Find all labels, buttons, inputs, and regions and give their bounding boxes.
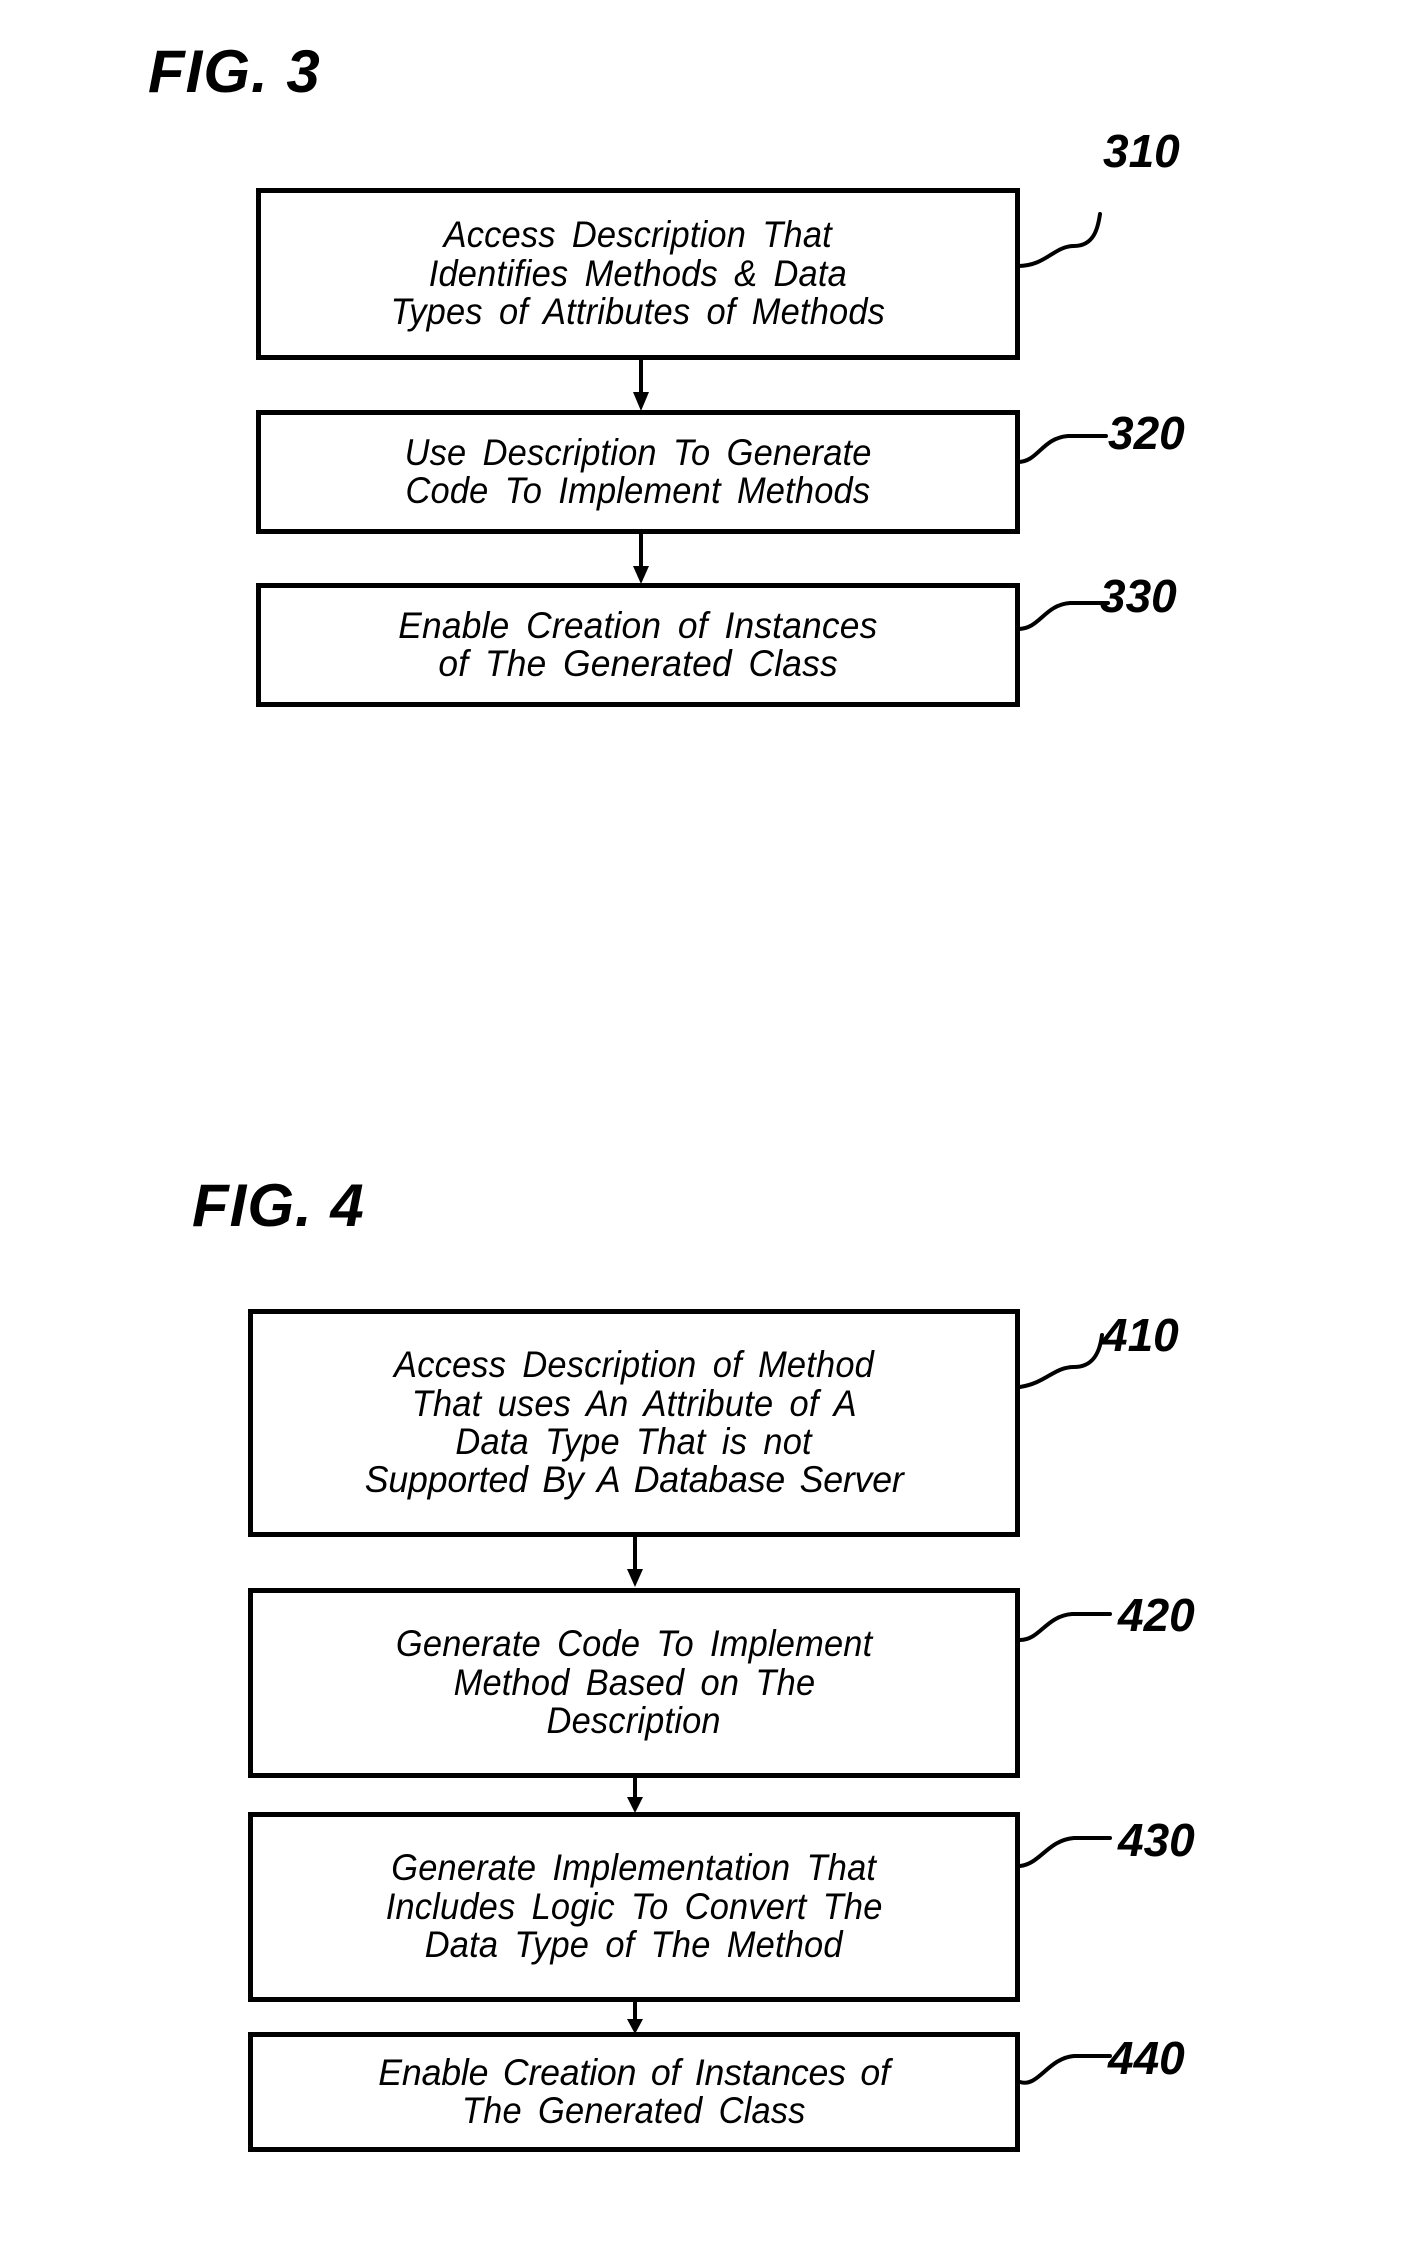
flow-box-420-line-2: Method Based on The [453, 1661, 815, 1703]
reference-number-410: 410 [1102, 1309, 1179, 1361]
flow-box-320-line-2: Code To Implement Methods [405, 470, 871, 511]
flow-box-410-line-4: Supported By A Database Server [364, 1459, 904, 1501]
flow-box-420-line-3: Description [546, 1700, 722, 1742]
arrow-420-to-430 [624, 1778, 646, 1814]
reference-number-320: 320 [1108, 407, 1185, 459]
flow-box-410: Access Description of Method That uses A… [248, 1309, 1020, 1537]
reference-number-420: 420 [1118, 1589, 1195, 1641]
flow-box-410-line-3: Data Type That is not [455, 1421, 813, 1462]
flow-box-410-line-2: That uses An Attribute of A [411, 1382, 857, 1424]
arrow-410-to-420 [624, 1537, 646, 1588]
reference-number-310: 310 [1103, 125, 1180, 177]
arrow-320-to-330 [630, 534, 652, 585]
flow-box-420: Generate Code To Implement Method Based … [248, 1588, 1020, 1778]
leader-line-310 [1016, 188, 1116, 278]
flow-box-430-line-2: Includes Logic To Convert The [385, 1885, 883, 1927]
flow-box-310-line-3: Types of Attributes of Methods [390, 291, 886, 333]
flow-box-330-line-2: of The Generated Class [438, 643, 838, 684]
flow-box-310: Access Description That Identifies Metho… [256, 188, 1020, 360]
flow-box-440-line-1: Enable Creation of Instances of [378, 2051, 890, 2093]
flow-box-430-line-3: Data Type of The Method [425, 1924, 843, 1966]
figure-3-title: FIG. 3 [148, 38, 321, 105]
reference-number-330: 330 [1100, 570, 1177, 622]
flow-box-410-line-1: Access Description of Method [394, 1344, 874, 1386]
flow-box-330: Enable Creation of Instances of The Gene… [256, 583, 1020, 707]
flow-box-330-line-1: Enable Creation of Instances [398, 604, 878, 646]
leader-line-420 [1018, 1588, 1128, 1658]
arrow-430-to-440 [624, 2002, 646, 2035]
flow-box-430-line-1: Generate Implementation That [391, 1847, 877, 1889]
flow-box-440-line-2: The Generated Class [462, 2090, 806, 2131]
flow-box-310-line-1: Access Description That [443, 214, 833, 256]
flow-box-320: Use Description To Generate Code To Impl… [256, 410, 1020, 534]
leader-line-430 [1018, 1812, 1128, 1882]
flow-box-310-line-2: Identifies Methods & Data [428, 252, 848, 294]
figure-4-title: FIG. 4 [192, 1172, 365, 1239]
reference-number-430: 430 [1118, 1814, 1195, 1866]
flow-box-440: Enable Creation of Instances of The Gene… [248, 2032, 1020, 2152]
figure-sheet: FIG. 3 Access Description That Identifie… [0, 0, 1401, 2258]
flow-box-420-line-1: Generate Code To Implement [395, 1623, 873, 1665]
flow-box-320-line-1: Use Description To Generate [404, 431, 872, 473]
arrow-310-to-320 [630, 358, 652, 412]
reference-number-440: 440 [1108, 2032, 1185, 2084]
flow-box-430: Generate Implementation That Includes Lo… [248, 1812, 1020, 2002]
